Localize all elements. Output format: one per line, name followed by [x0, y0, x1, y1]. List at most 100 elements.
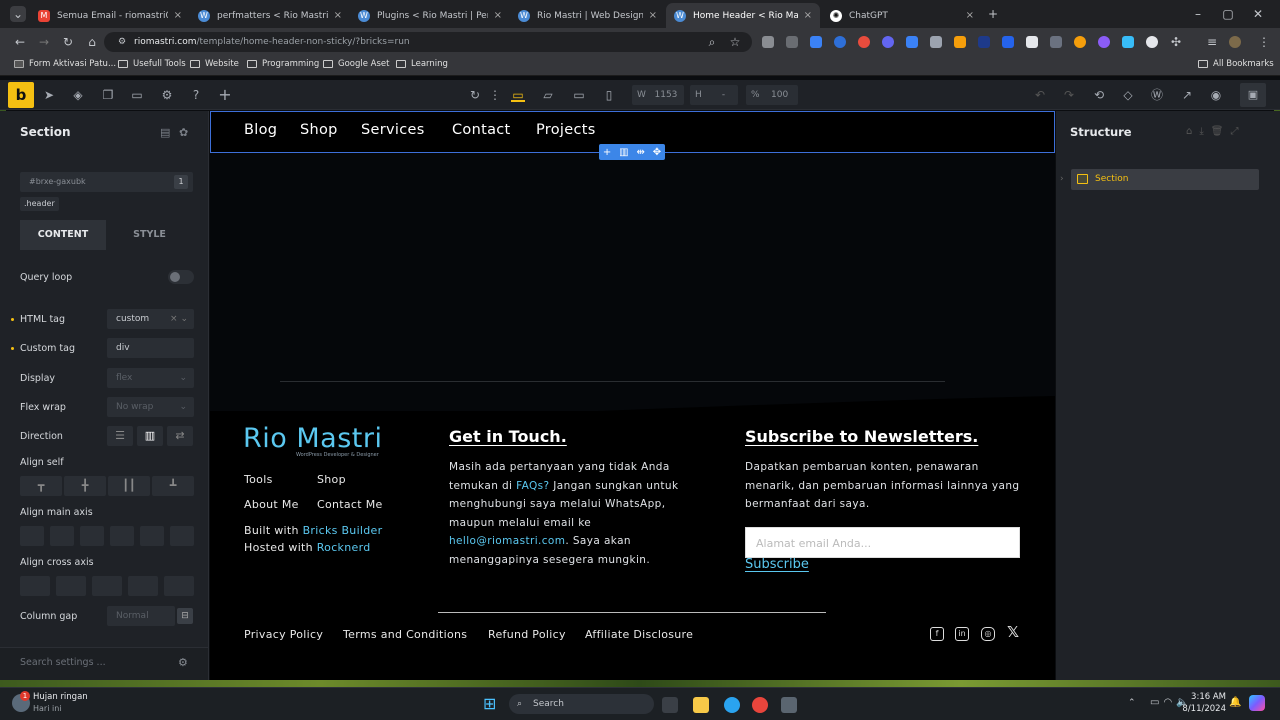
browser-tab[interactable]: W Plugins < Rio Mastri | Pengemb... × [350, 3, 510, 28]
notification-bell-icon[interactable]: 🔔 [1229, 697, 1241, 708]
bookmark-folder[interactable]: Learning [396, 59, 448, 69]
maximize-icon[interactable]: ▢ [1220, 6, 1236, 22]
components-icon[interactable]: ◈ [71, 88, 85, 102]
align-end-icon[interactable]: ┃┃ [108, 476, 150, 496]
column-gap-input[interactable]: Normal [107, 606, 175, 626]
windows-start-icon[interactable]: ⊞ [483, 695, 501, 713]
add-icon[interactable]: + [603, 147, 611, 158]
lock-icon[interactable]: ⌂ [1186, 126, 1199, 137]
close-icon[interactable]: × [174, 10, 182, 21]
network-icon[interactable]: ▭ [1150, 697, 1163, 708]
avatar[interactable] [1229, 36, 1241, 48]
all-bookmarks[interactable]: All Bookmarks [1198, 59, 1274, 69]
external-link-icon[interactable]: ↗ [1180, 88, 1194, 102]
cross-stretch-icon[interactable] [128, 576, 158, 596]
settings-gear-icon[interactable]: ⚙ [160, 88, 174, 102]
minimize-icon[interactable]: – [1190, 6, 1206, 22]
bookmark-folder[interactable]: Website [190, 59, 239, 69]
settings-gear-icon[interactable]: ⚙ [178, 656, 188, 669]
pin-icon[interactable]: ✿ [179, 126, 188, 139]
clock-date[interactable]: 8/11/2024 [1180, 704, 1226, 714]
bookmark-folder[interactable]: Usefull Tools [118, 59, 186, 69]
query-loop-toggle[interactable] [168, 270, 194, 284]
extension-icon[interactable] [1050, 36, 1062, 48]
redo-icon[interactable]: ↷ [1062, 88, 1076, 102]
unit-icon[interactable]: ⊟ [177, 608, 193, 624]
justify-around-icon[interactable] [140, 526, 164, 546]
history-icon[interactable]: ⟲ [1092, 88, 1106, 102]
x-twitter-icon[interactable]: 𝕏 [1006, 625, 1020, 641]
linkedin-icon[interactable]: in [955, 627, 969, 641]
browser-tab-active[interactable]: W Home Header < Rio Mastri | Pen... × [666, 3, 820, 28]
subscribe-button[interactable]: Subscribe [745, 557, 809, 572]
browser-tab[interactable]: ✺ ChatGPT × [822, 3, 982, 28]
taskbar-search[interactable]: ⌕ Search [509, 694, 654, 714]
bookmark-star-icon[interactable]: ☆ [727, 34, 743, 50]
facebook-icon[interactable]: f [930, 627, 944, 641]
back-icon[interactable]: ← [12, 34, 28, 50]
footer-link-contact[interactable]: Contact Me [317, 498, 383, 511]
brand-logo[interactable]: Rio Mastri [243, 423, 382, 454]
extension-icon[interactable] [1026, 36, 1038, 48]
reload-icon[interactable]: ↻ [60, 34, 76, 50]
close-window-icon[interactable]: ✕ [1250, 6, 1266, 22]
justify-between-icon[interactable] [110, 526, 134, 546]
extension-icon[interactable] [1098, 36, 1110, 48]
refund-policy-link[interactable]: Refund Policy [488, 628, 566, 641]
extension-icon[interactable] [930, 36, 942, 48]
expand-icon[interactable]: ⤢ [1230, 126, 1245, 137]
extension-icon[interactable] [762, 36, 774, 48]
direction-row-icon[interactable]: ☰ [107, 426, 133, 446]
home-icon[interactable]: ⌂ [84, 34, 100, 50]
close-icon[interactable]: × [966, 10, 974, 21]
telegram-icon[interactable] [724, 697, 740, 713]
justify-evenly-icon[interactable] [170, 526, 194, 546]
direction-reverse-icon[interactable]: ⇄ [167, 426, 193, 446]
element-id-field[interactable]: #brxe-gaxubk [20, 172, 193, 192]
weather-title[interactable]: Hujan ringan [33, 692, 88, 702]
cross-baseline-icon[interactable] [164, 576, 194, 596]
extension-icon[interactable] [786, 36, 798, 48]
cross-end-icon[interactable] [92, 576, 122, 596]
extension-icon[interactable] [858, 36, 870, 48]
zoom-icon[interactable]: ⌕ [704, 34, 720, 50]
desktop-breakpoint-icon[interactable]: ▭ [511, 88, 525, 102]
copilot-icon[interactable] [1249, 695, 1265, 711]
align-stretch-icon[interactable]: ┻ [152, 476, 194, 496]
chevron-right-icon[interactable]: › [1060, 174, 1064, 184]
refresh-icon[interactable]: ↻ [468, 88, 482, 102]
cross-center-icon[interactable] [56, 576, 86, 596]
extension-icon[interactable] [882, 36, 894, 48]
save-icon[interactable]: ▣ [1240, 83, 1266, 107]
justify-start-icon[interactable] [20, 526, 44, 546]
newsletter-email-input[interactable]: Alamat email Anda... [745, 527, 1020, 558]
tab-search-icon[interactable]: ⌄ [10, 6, 26, 22]
close-icon[interactable]: × [804, 10, 812, 21]
footer-link-shop[interactable]: Shop [317, 473, 346, 486]
cross-start-icon[interactable] [20, 576, 50, 596]
menu-dots-icon[interactable]: ⋮ [1256, 34, 1272, 50]
email-link[interactable]: hello@riomastri.com [449, 535, 565, 547]
new-tab-icon[interactable]: + [985, 6, 1001, 22]
extension-icon[interactable] [978, 36, 990, 48]
builder-canvas[interactable]: Blog Shop Services Contact Projects + ▥ … [210, 111, 1055, 680]
download-icon[interactable]: ⤓ [1199, 126, 1210, 137]
more-dots-icon[interactable]: ⋮ [488, 88, 502, 102]
extension-icon[interactable] [1002, 36, 1014, 48]
forward-icon[interactable]: → [36, 34, 52, 50]
trash-icon[interactable]: 🗑 [1211, 126, 1231, 137]
bookmark-item[interactable]: Form Aktivasi Patu... [14, 59, 116, 69]
bookmark-folder[interactable]: Google Aset [323, 59, 389, 69]
preview-eye-icon[interactable]: ◉ [1209, 88, 1223, 102]
add-element-icon[interactable]: + [218, 87, 232, 103]
calculator-icon[interactable] [781, 697, 797, 713]
canvas-height-field[interactable]: H - [690, 85, 738, 105]
align-start-icon[interactable]: ┳ [20, 476, 62, 496]
faq-link[interactable]: FAQs? [516, 480, 549, 492]
columns-icon[interactable]: ▥ [619, 147, 628, 158]
extension-icon[interactable] [1122, 36, 1134, 48]
bricks-builder-link[interactable]: Bricks Builder [303, 524, 383, 537]
browser-tab[interactable]: W perfmatters < Rio Mastri | Peng... × [190, 3, 350, 28]
layers-icon[interactable]: ◇ [1121, 88, 1135, 102]
extensions-puzzle-icon[interactable]: ✣ [1168, 34, 1184, 50]
